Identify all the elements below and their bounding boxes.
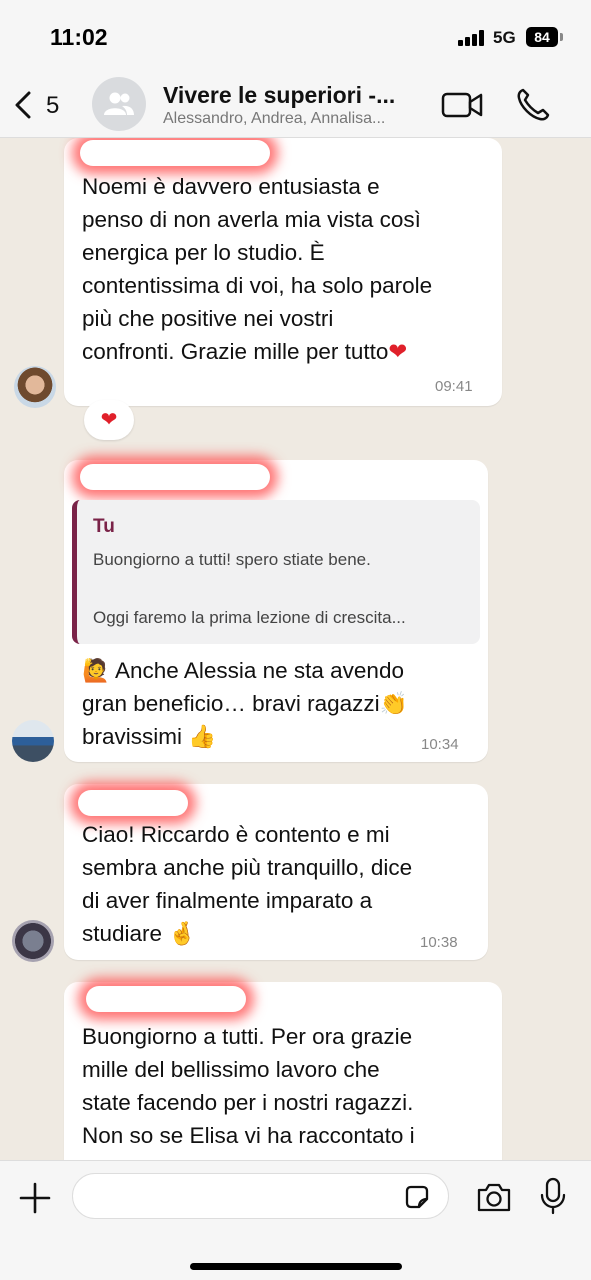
message-composer (0, 1160, 591, 1280)
message-input[interactable] (72, 1173, 449, 1219)
chat-header: 5 Vivere le superiori -... Alessandro, A… (0, 72, 591, 138)
home-indicator (190, 1263, 402, 1270)
sender-avatar[interactable] (12, 720, 54, 762)
redacted-sender-name (78, 790, 188, 816)
group-avatar[interactable] (92, 77, 146, 131)
message-text: Buongiorno a tutti. Per ora grazie mille… (82, 1024, 415, 1148)
network-label: 5G (493, 28, 516, 47)
message-bubble[interactable]: Ciao! Riccardo è contento e mi sembra an… (64, 784, 488, 960)
quoted-message[interactable]: Tu Buongiorno a tutti! spero stiate bene… (72, 500, 480, 644)
chat-participants[interactable]: Alessandro, Andrea, Annalisa... (163, 110, 385, 128)
redacted-sender-name (80, 140, 270, 166)
message-bubble[interactable]: Tu Buongiorno a tutti! spero stiate bene… (64, 460, 488, 762)
group-icon (104, 92, 134, 115)
plus-icon[interactable] (18, 1181, 52, 1215)
message-time: 09:41 (435, 378, 473, 395)
sender-avatar[interactable] (12, 920, 54, 962)
message-bubble[interactable]: Buongiorno a tutti. Per ora grazie mille… (64, 982, 502, 1160)
status-time: 11:02 (50, 24, 108, 50)
message-time: 10:34 (421, 736, 459, 753)
heart-emoji: ❤ (388, 339, 408, 364)
reaction-badge[interactable]: ❤ (84, 400, 134, 440)
quote-text: Buongiorno a tutti! spero stiate bene. (93, 550, 371, 569)
status-bar: 11:02 5G 84 (0, 0, 591, 72)
battery-tip (560, 33, 563, 41)
camera-icon[interactable] (476, 1181, 512, 1213)
video-call-button[interactable] (441, 90, 483, 120)
quote-text: Oggi faremo la prima lezione di crescita… (93, 608, 406, 627)
quote-author: Tu (93, 516, 115, 537)
redacted-sender-name (86, 986, 246, 1012)
sticker-icon[interactable] (403, 1183, 431, 1211)
sender-avatar[interactable] (14, 366, 56, 408)
message-text: Ciao! Riccardo è contento e mi sembra an… (82, 822, 413, 946)
battery-icon: 84 (526, 27, 558, 47)
chevron-left-icon (15, 91, 31, 119)
message-text: Noemi è davvero entusiasta e penso di no… (82, 174, 433, 364)
chat-title[interactable]: Vivere le superiori -... (163, 82, 395, 109)
cellular-signal-icon (458, 30, 486, 46)
redacted-sender-name (80, 464, 270, 490)
message-bubble[interactable]: Noemi è davvero entusiasta e penso di no… (64, 138, 502, 406)
chat-area[interactable]: Noemi è davvero entusiasta e penso di no… (0, 138, 591, 1160)
message-time: 10:38 (420, 934, 458, 951)
unread-count: 5 (46, 92, 60, 119)
microphone-icon[interactable] (540, 1177, 566, 1215)
back-button[interactable]: 5 (10, 88, 70, 122)
voice-call-button[interactable] (515, 87, 551, 123)
